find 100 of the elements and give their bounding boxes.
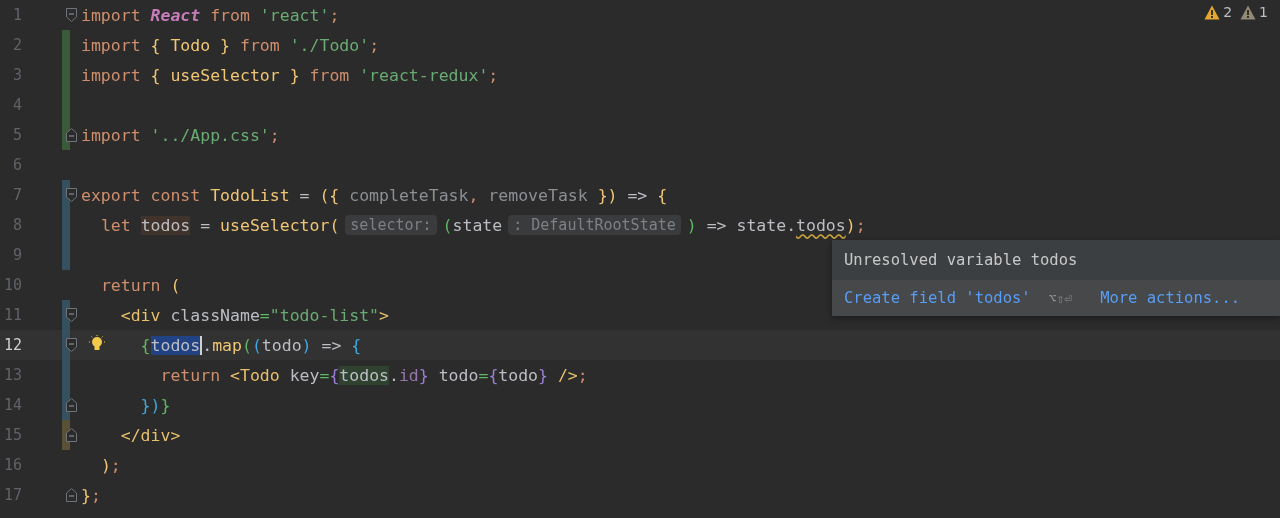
- keyword: from: [210, 5, 251, 25]
- create-field-link[interactable]: Create field 'todos': [844, 289, 1031, 307]
- warning-icon[interactable]: [1240, 4, 1257, 20]
- identifier: todo: [438, 365, 479, 385]
- punctuation: ;: [269, 125, 280, 145]
- bracket: {: [140, 335, 151, 355]
- function-name: Todo: [170, 35, 211, 55]
- line-number: 4: [11, 96, 22, 114]
- punctuation: ;: [369, 35, 380, 55]
- bracket: }: [289, 65, 300, 85]
- bracket: }): [597, 185, 618, 205]
- keyboard-shortcut: ⌥⇧⏎: [1048, 290, 1073, 306]
- fold-icon[interactable]: [66, 308, 77, 322]
- inlay-hint: : DefaultRootState: [508, 215, 681, 235]
- jsx-tag: >: [379, 305, 389, 325]
- line-number: 11: [2, 306, 22, 324]
- line-number: 12: [2, 336, 22, 354]
- identifier: =: [200, 215, 212, 235]
- identifier: =: [299, 185, 311, 205]
- function-name: map: [212, 335, 242, 355]
- bracket: {: [150, 65, 162, 85]
- selected-text: todos: [150, 335, 203, 355]
- bracket: {: [657, 185, 668, 205]
- fold-icon[interactable]: [66, 128, 77, 142]
- fold-icon[interactable]: [66, 488, 77, 502]
- bracket: }): [140, 395, 161, 415]
- identifier: state: [452, 215, 503, 235]
- popup-message: Unresolved variable todos: [843, 250, 1079, 271]
- punctuation: ;: [855, 215, 866, 235]
- bracket: {: [150, 35, 162, 55]
- string-literal: '../App.css': [150, 125, 270, 145]
- punctuation: ;: [90, 485, 101, 505]
- keyword: from: [240, 35, 281, 55]
- fold-icon[interactable]: [66, 8, 77, 22]
- bracket: =: [319, 365, 330, 385]
- fold-icon[interactable]: [66, 428, 77, 442]
- jsx-tag: <div: [120, 305, 161, 325]
- keyword: return: [160, 365, 222, 385]
- bracket: }: [220, 35, 231, 55]
- keyword: import: [81, 65, 142, 85]
- string-literal: "todo-list": [269, 305, 380, 325]
- line-number: 14: [2, 396, 22, 414]
- line-number: 6: [11, 156, 22, 174]
- jsx-tag: </div>: [120, 425, 181, 445]
- string-literal: 'react-redux': [359, 65, 489, 85]
- bracket: (: [329, 215, 340, 235]
- identifier: .: [202, 335, 213, 355]
- punctuation: ,: [468, 185, 479, 205]
- keyword: return: [100, 275, 162, 295]
- bracket: }: [160, 395, 171, 415]
- identifier: =>: [321, 335, 343, 355]
- keyword: import: [81, 125, 142, 145]
- bracket: (: [251, 335, 262, 355]
- function-name: TodoList: [210, 185, 290, 205]
- more-actions-link[interactable]: More actions...: [1100, 289, 1241, 307]
- bracket: =: [259, 305, 270, 325]
- identifier: =>: [627, 185, 649, 205]
- change-marker[interactable]: [62, 240, 70, 270]
- identifier: todo: [261, 335, 302, 355]
- bracket: =: [478, 365, 489, 385]
- bracket: ): [845, 215, 856, 235]
- jsx-tag: />: [557, 365, 578, 385]
- bracket: ): [100, 455, 111, 475]
- fold-icon[interactable]: [66, 398, 77, 412]
- bracket: ({: [319, 185, 340, 205]
- punctuation: ;: [329, 5, 340, 25]
- fold-icon[interactable]: [66, 188, 77, 202]
- bracket: {: [351, 335, 362, 355]
- fold-icon[interactable]: [66, 338, 77, 352]
- identifier: .: [389, 365, 399, 385]
- warning-text: todos: [796, 215, 846, 235]
- line-number: 13: [2, 366, 22, 384]
- type-name: React: [150, 5, 201, 25]
- bracket: {: [488, 365, 499, 385]
- line-number: 8: [11, 216, 22, 234]
- punctuation: ;: [577, 365, 588, 385]
- write-highlight: todos: [140, 215, 191, 235]
- line-number: 10: [2, 276, 22, 294]
- jsx-tag: <Todo: [230, 365, 280, 385]
- line-number: 15: [2, 426, 22, 444]
- line-number: 1: [11, 6, 22, 24]
- line-number: 9: [11, 246, 22, 264]
- warning-icon[interactable]: [1204, 4, 1221, 20]
- identifier: todo: [498, 365, 539, 385]
- function-name: useSelector: [170, 65, 280, 85]
- string-literal: './Todo': [289, 35, 370, 55]
- line-number: 5: [11, 126, 22, 144]
- keyword: export const: [81, 185, 202, 205]
- bracket: (: [170, 275, 181, 295]
- change-marker[interactable]: [62, 30, 70, 60]
- identifier: className: [170, 305, 260, 325]
- bracket: }: [538, 365, 548, 385]
- property-name: id: [398, 365, 419, 385]
- line-number: 7: [11, 186, 22, 204]
- inlay-hint: selector:: [345, 215, 437, 235]
- bracket: (: [442, 215, 453, 235]
- lightbulb-icon[interactable]: [89, 335, 105, 353]
- function-name: useSelector: [220, 215, 330, 235]
- warning-count: 2: [1223, 4, 1233, 20]
- bracket: {: [329, 365, 340, 385]
